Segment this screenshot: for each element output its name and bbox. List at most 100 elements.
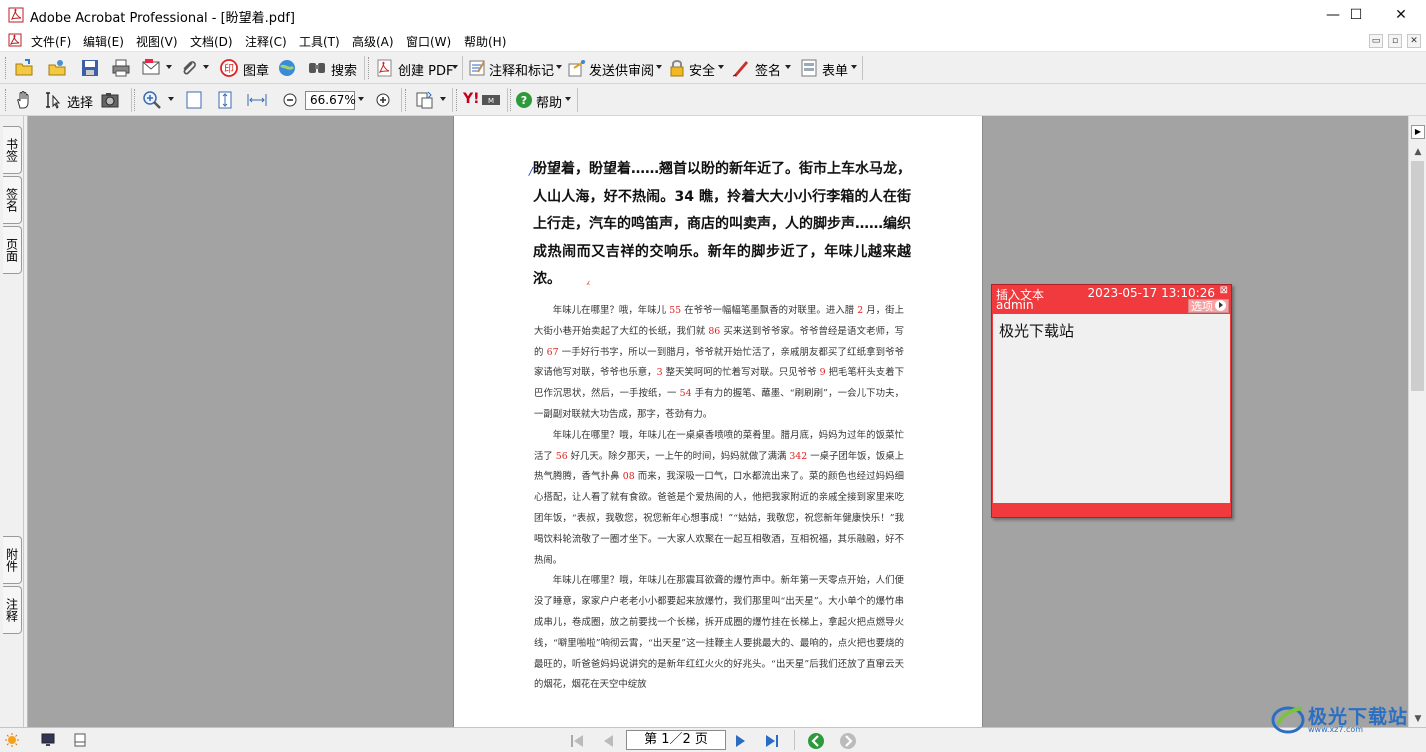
pdf-page[interactable]: / 盼望着，盼望着……翘首以盼的新年近了。街市上车水马龙，人山人海，好不热闹。3… [453,116,983,727]
vertical-scrollbar[interactable]: ▶ ▲ ▼ [1408,116,1426,727]
monitor-icon[interactable] [40,732,56,748]
toolbar-grip[interactable] [5,89,8,111]
hand-tool-icon[interactable] [14,90,34,110]
search-label[interactable]: 搜索 [331,60,357,79]
lock-icon[interactable] [667,58,687,78]
snapshot-icon[interactable] [100,90,120,110]
send-review-label[interactable]: 发送供审阅 [589,60,654,79]
nav-pane-toggle-icon[interactable]: ▶ [1411,125,1425,139]
scroll-up-arrow-icon[interactable]: ▲ [1409,144,1426,160]
attach-dropdown-caret[interactable] [203,65,209,69]
zoom-level-input[interactable]: 66.67% [305,91,356,110]
tab-pages[interactable]: 页面 [3,226,22,274]
create-pdf-icon[interactable] [374,58,394,78]
sign-caret[interactable] [785,65,791,69]
yahoo-toolbar-icon[interactable]: M [481,90,501,110]
create-pdf-caret[interactable] [452,65,458,69]
email-icon[interactable] [141,58,161,78]
last-page-button[interactable] [763,732,781,750]
scrollbar-thumb[interactable] [1411,161,1424,391]
search-icon[interactable] [307,58,327,78]
toolbar-grip[interactable] [5,57,8,79]
tab-bookmarks[interactable]: 书签 [3,126,22,174]
select-tool-icon[interactable] [44,90,64,110]
stamp-label[interactable]: 图章 [243,60,269,79]
document-viewport[interactable]: / 盼望着，盼望着……翘首以盼的新年近了。街市上车水马龙，人山人海，好不热闹。3… [28,116,1408,727]
page-size-icon[interactable] [72,732,88,748]
security-label[interactable]: 安全 [689,60,715,79]
menu-file[interactable]: 文件(F) [31,33,71,50]
toolbar-grip[interactable] [510,89,513,111]
menu-view[interactable]: 视图(V) [136,33,178,50]
note-options-button[interactable]: 选项 [1188,299,1229,313]
toolbar-grip[interactable] [405,89,408,111]
previous-view-button[interactable] [807,732,825,750]
send-review-caret[interactable] [656,65,662,69]
zoom-out-icon[interactable] [280,90,300,110]
zoom-tool-caret[interactable] [168,97,174,101]
toolbar-grip[interactable] [368,57,371,79]
help-caret[interactable] [565,97,571,101]
last-page-icon [766,735,778,747]
forms-icon[interactable] [799,58,819,78]
rotate-view-icon[interactable] [414,90,434,110]
tab-attachments[interactable]: 附件 [3,536,22,584]
doc-close-button[interactable]: ✕ [1407,34,1421,48]
menu-document[interactable]: 文档(D) [190,33,233,50]
create-pdf-label[interactable]: 创建 PDF [398,60,453,79]
comment-markup-caret[interactable] [556,65,562,69]
close-button[interactable]: ✕ [1378,0,1424,30]
doc-restore-button[interactable]: ▫ [1388,34,1402,48]
security-caret[interactable] [718,65,724,69]
insert-text-marker[interactable]: ⁁ [587,276,590,286]
select-tool-label[interactable]: 选择 [67,92,93,111]
previous-page-button[interactable] [599,732,617,750]
toolbar-grip[interactable] [456,89,459,111]
maximize-button[interactable]: ☐ [1333,0,1379,30]
stamp-icon[interactable]: 印 [219,58,239,78]
print-icon[interactable] [111,58,131,78]
next-page-button[interactable] [732,732,750,750]
web-capture-icon[interactable] [277,58,297,78]
pen-icon[interactable] [731,58,751,78]
comment-popup[interactable]: 插入文本 2023-05-17 13:10:26 ⊠ admin 选项 极光下载… [991,284,1232,518]
comment-markup-icon[interactable] [467,58,487,78]
open-folder-icon[interactable] [14,58,34,78]
sign-label[interactable]: 签名 [755,60,781,79]
forms-caret[interactable] [851,65,857,69]
menu-comments[interactable]: 注释(C) [245,33,287,50]
attach-icon[interactable] [178,58,198,78]
yahoo-icon[interactable]: Y! [463,91,480,107]
document-icon[interactable] [8,33,22,47]
menu-tools[interactable]: 工具(T) [299,33,340,50]
send-review-icon[interactable] [567,58,587,78]
help-icon[interactable]: ? [514,90,534,110]
note-close-icon[interactable]: ⊠ [1220,285,1228,296]
rotate-view-caret[interactable] [440,97,446,101]
help-label[interactable]: 帮助 [536,92,562,111]
fit-page-icon[interactable] [215,90,235,110]
menu-edit[interactable]: 编辑(E) [83,33,124,50]
menu-advanced[interactable]: 高级(A) [352,33,394,50]
page-number-input[interactable]: 第 1／2 页 [626,730,726,750]
menu-window[interactable]: 窗口(W) [406,33,451,50]
sun-icon[interactable] [4,732,20,748]
next-view-button[interactable] [839,732,857,750]
actual-size-icon[interactable] [184,90,204,110]
fit-width-icon[interactable] [247,90,267,110]
comment-markup-label[interactable]: 注释和标记 [489,60,554,79]
doc-minimize-button[interactable]: ▭ [1369,34,1383,48]
save-icon[interactable] [80,58,100,78]
forms-label[interactable]: 表单 [822,60,848,79]
zoom-in-tool-icon[interactable] [142,90,162,110]
tab-comments[interactable]: 注释 [3,586,22,634]
toolbar-grip[interactable] [134,89,137,111]
tab-signatures[interactable]: 签名 [3,176,22,224]
menu-help[interactable]: 帮助(H) [464,33,506,50]
organizer-icon[interactable] [47,58,67,78]
zoom-in-icon[interactable] [373,90,393,110]
email-dropdown-caret[interactable] [166,65,172,69]
note-text-area[interactable]: 极光下载站 [993,314,1230,503]
first-page-button[interactable] [568,732,586,750]
zoom-level-caret[interactable] [358,97,364,101]
